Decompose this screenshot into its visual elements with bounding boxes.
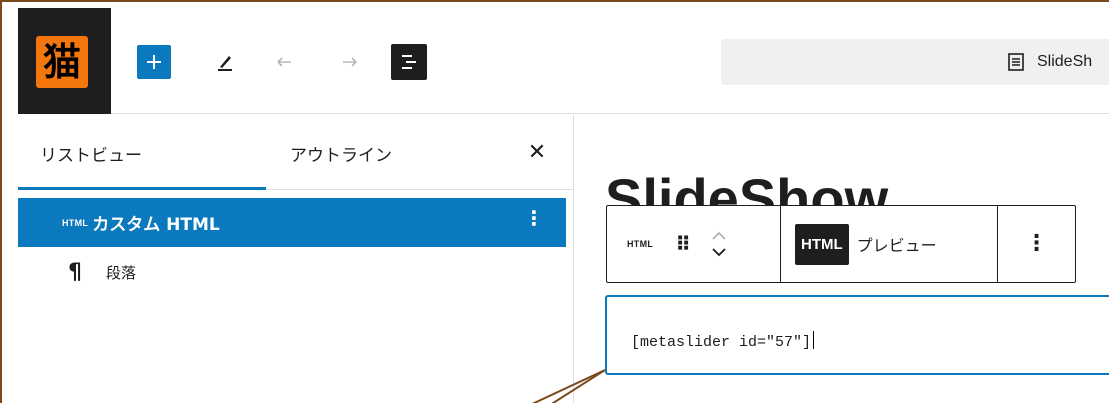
block-toolbar-options-group: ⋮	[998, 206, 1075, 282]
redo-icon	[343, 57, 357, 67]
block-options-icon[interactable]: ⋮	[524, 208, 544, 228]
block-toolbar: HTML ⠿ HTML プレビュー ⋮	[606, 205, 1076, 283]
screenshot-frame: 猫 SlideSh リストビュー アウトライン ✕ HTML カスタム HTML…	[0, 0, 1109, 403]
html-code-text: [metaslider id="57"]	[631, 331, 815, 351]
html-code-value: [metaslider id="57"]	[631, 334, 812, 351]
html-block-icon: HTML	[62, 217, 89, 228]
active-tab-indicator	[18, 187, 266, 190]
list-view-button[interactable]	[391, 44, 427, 80]
undo-button[interactable]	[266, 45, 300, 79]
drag-handle-icon[interactable]: ⠿	[675, 234, 691, 254]
html-mode-button[interactable]: HTML	[795, 223, 849, 265]
site-logo: 猫	[36, 36, 88, 88]
more-options-icon[interactable]: ⋮	[1026, 233, 1048, 255]
add-block-button[interactable]	[137, 45, 171, 79]
list-view-sidebar: リストビュー アウトライン ✕ HTML カスタム HTML ⋮ ¶ 段落	[18, 115, 574, 403]
tools-button[interactable]	[208, 45, 242, 79]
tab-list-view[interactable]: リストビュー	[40, 141, 142, 166]
document-bar[interactable]: SlideSh	[721, 39, 1109, 85]
pencil-icon	[218, 56, 232, 71]
html-block-icon[interactable]: HTML	[627, 239, 653, 249]
chevron-down-icon[interactable]	[711, 247, 727, 257]
close-icon: ✕	[527, 139, 547, 165]
text-caret	[813, 331, 815, 349]
document-icon	[1008, 53, 1024, 71]
chevron-up-icon[interactable]	[711, 231, 727, 241]
list-item-paragraph[interactable]: ¶ 段落	[18, 252, 566, 292]
editor-canvas: SlideShow HTML ⠿ HTML プレビュー ⋮ [metaslide…	[575, 115, 1109, 403]
close-sidebar-button[interactable]: ✕	[525, 139, 549, 165]
list-item-label: カスタム HTML	[92, 215, 220, 235]
paragraph-icon: ¶	[68, 259, 82, 285]
redo-button[interactable]	[334, 45, 368, 79]
sidebar-tabs: リストビュー アウトライン ✕	[18, 115, 574, 190]
list-item-custom-html[interactable]: HTML カスタム HTML ⋮	[18, 198, 566, 247]
block-toolbar-mode-group: HTML プレビュー	[781, 206, 998, 282]
tab-outline[interactable]: アウトライン	[290, 141, 392, 166]
document-title: SlideSh	[1037, 53, 1093, 70]
custom-html-editor[interactable]: [metaslider id="57"]	[605, 295, 1109, 375]
undo-icon	[277, 57, 291, 67]
block-movers	[711, 231, 727, 257]
site-logo-button[interactable]: 猫	[18, 8, 111, 114]
list-item-label: 段落	[106, 263, 137, 282]
list-view-icon	[402, 55, 416, 69]
editor-top-toolbar: 猫 SlideSh	[18, 8, 1109, 114]
plus-icon	[147, 55, 161, 69]
preview-mode-button[interactable]: プレビュー	[857, 232, 937, 256]
block-toolbar-type-group: HTML ⠿	[607, 206, 781, 282]
